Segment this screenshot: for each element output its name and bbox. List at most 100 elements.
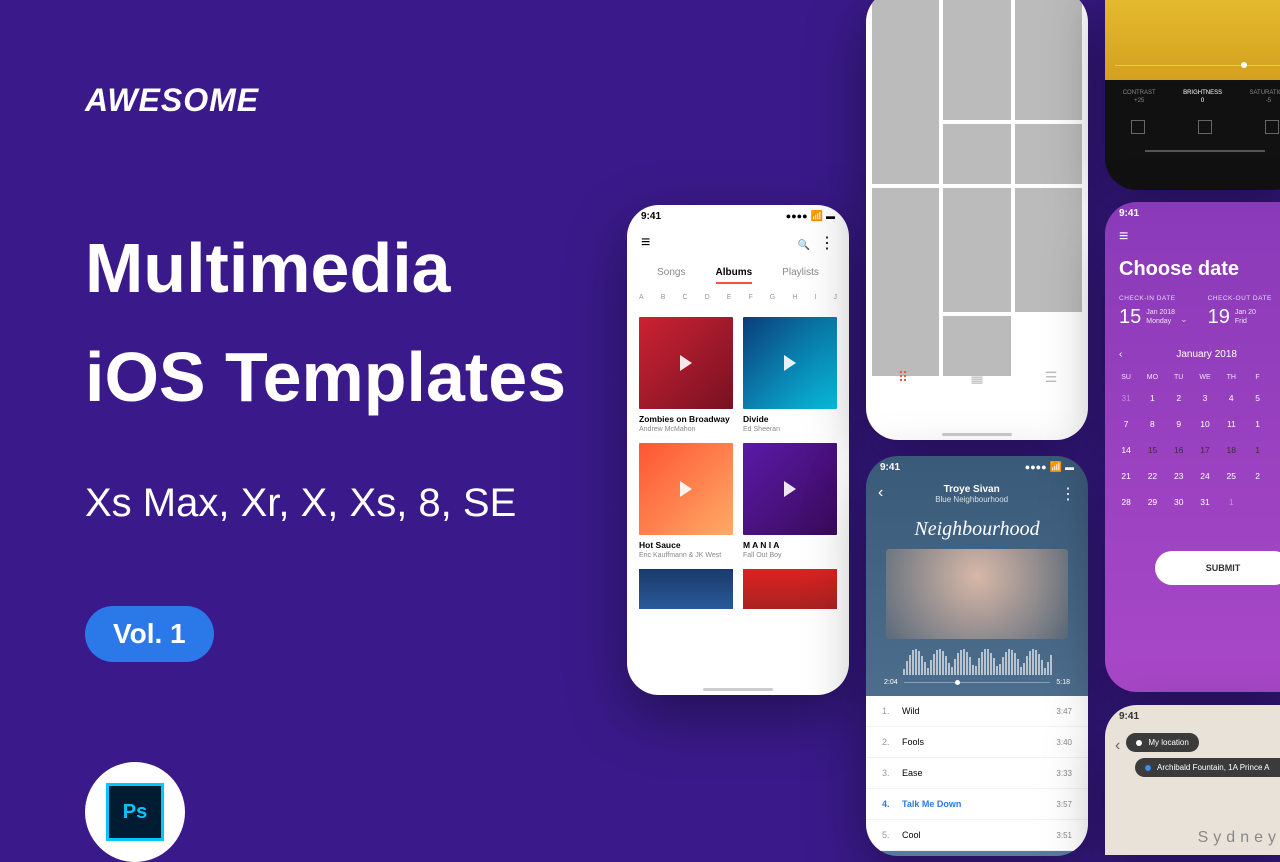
photo-thumb[interactable]	[943, 0, 1010, 120]
calendar-day[interactable]: 7	[1113, 411, 1139, 437]
calendar-day[interactable]: 14	[1113, 437, 1139, 463]
album-cell[interactable]: Zombies on Broadway Andrew McMahon	[639, 317, 733, 433]
calendar-day[interactable]: 2	[1244, 463, 1270, 489]
album-title: Zombies on Broadway	[639, 414, 733, 424]
calendar-day[interactable]: 9	[1166, 411, 1192, 437]
play-icon[interactable]	[743, 317, 837, 409]
play-icon[interactable]	[639, 443, 733, 535]
calendar-day[interactable]: 5	[1244, 385, 1270, 411]
calendar-day[interactable]: 30	[1166, 489, 1192, 515]
more-icon[interactable]	[819, 235, 835, 252]
tab-playlists[interactable]: Playlists	[782, 267, 819, 284]
origin-chip[interactable]: My location	[1126, 733, 1198, 752]
photo-thumb[interactable]	[1015, 0, 1082, 120]
scrubber[interactable]	[904, 682, 1051, 683]
calendar-day[interactable]: 1	[1139, 385, 1165, 411]
destination-chip[interactable]: Archibald Fountain, 1A Prince A	[1135, 758, 1280, 777]
adjust-icon[interactable]	[1198, 120, 1212, 134]
adjust-tab[interactable]: SATURATION-5	[1249, 90, 1280, 104]
value-slider[interactable]	[1115, 65, 1280, 66]
play-icon[interactable]	[639, 317, 733, 409]
photo-thumb[interactable]	[1015, 124, 1082, 184]
calendar-day[interactable]: 16	[1166, 437, 1192, 463]
photo-thumb[interactable]	[943, 188, 1010, 312]
track-number: 5.	[882, 830, 902, 840]
adjust-tab[interactable]: BRIGHTNESS0	[1183, 90, 1222, 104]
photo-thumb[interactable]	[872, 0, 939, 184]
calendar-day[interactable]: 2	[1166, 385, 1192, 411]
adjust-tab[interactable]: CONTRAST+25	[1123, 90, 1156, 104]
calendar-day[interactable]: 29	[1139, 489, 1165, 515]
track-row[interactable]: 5. Cool 3:51	[866, 820, 1088, 851]
calendar-day[interactable]: 24	[1192, 463, 1218, 489]
search-icon[interactable]	[798, 235, 810, 252]
calendar-day[interactable]: 28	[1113, 489, 1139, 515]
album-cover	[639, 317, 733, 409]
alpha-letter[interactable]: G	[770, 294, 775, 301]
crop-icon[interactable]	[1131, 120, 1145, 134]
calendar-day[interactable]: 4	[1218, 385, 1244, 411]
checkout-block[interactable]: CHECK-OUT DATE 19Jan 20Frid	[1208, 295, 1272, 329]
alpha-letter[interactable]: C	[682, 294, 687, 301]
track-row[interactable]: 1. Wild 3:47	[866, 696, 1088, 727]
calendar-day[interactable]: 18	[1218, 437, 1244, 463]
alpha-letter[interactable]: F	[748, 294, 752, 301]
calendar-day[interactable]: 1	[1244, 437, 1270, 463]
calendar-day[interactable]: 17	[1192, 437, 1218, 463]
calendar-day[interactable]: 22	[1139, 463, 1165, 489]
progress[interactable]: 2:04 5:18	[866, 675, 1088, 696]
album-cell[interactable]: M A N I A Fall Out Boy	[743, 443, 837, 559]
alpha-letter[interactable]: E	[727, 294, 732, 301]
menu-icon[interactable]	[1119, 228, 1133, 246]
alpha-letter[interactable]: B	[661, 294, 666, 301]
back-icon[interactable]	[1115, 737, 1120, 755]
alpha-letter[interactable]: H	[792, 294, 797, 301]
editor-preview	[1105, 0, 1280, 80]
photo-thumb[interactable]	[1015, 188, 1082, 312]
track-number: 2.	[882, 737, 902, 747]
grid-icon[interactable]: ⠿	[896, 370, 910, 384]
tile-icon[interactable]: ▦	[970, 370, 984, 384]
tab-songs[interactable]: Songs	[657, 267, 685, 284]
submit-button[interactable]: SUBMIT	[1155, 551, 1280, 585]
calendar-day[interactable]: 21	[1113, 463, 1139, 489]
calendar-day[interactable]: 31	[1192, 489, 1218, 515]
calendar-day[interactable]: 23	[1166, 463, 1192, 489]
track-row[interactable]: 3. Ease 3:33	[866, 758, 1088, 789]
calendar-day[interactable]: 8	[1139, 411, 1165, 437]
alpha-letter[interactable]: A	[639, 294, 644, 301]
photo-thumb[interactable]	[872, 188, 939, 376]
alpha-letter[interactable]: I	[814, 294, 816, 301]
album-peek[interactable]	[639, 569, 733, 609]
prev-month-icon[interactable]	[1119, 349, 1122, 360]
status-time: 9:41	[880, 462, 900, 473]
alpha-letter[interactable]: D	[705, 294, 710, 301]
calendar-day[interactable]: 10	[1192, 411, 1218, 437]
calendar-day[interactable]: 15	[1139, 437, 1165, 463]
album-cell[interactable]: Hot Sauce Eric Kauffmann & JK West	[639, 443, 733, 559]
album-peek[interactable]	[743, 569, 837, 609]
alpha-index[interactable]: A B C D E F G H I J	[627, 288, 849, 307]
calendar-day[interactable]: 31	[1113, 385, 1139, 411]
brand-logo: AWESOME	[85, 82, 566, 119]
photo-thumb[interactable]	[943, 316, 1010, 376]
status-bar: 9:41 ●●●●📶▬	[866, 456, 1088, 478]
track-row[interactable]: 2. Fools 3:40	[866, 727, 1088, 758]
calendar-day[interactable]: 3	[1192, 385, 1218, 411]
play-icon[interactable]	[743, 443, 837, 535]
menu-icon[interactable]	[641, 234, 655, 252]
alpha-letter[interactable]: J	[833, 294, 837, 301]
calendar-day[interactable]: 11	[1218, 411, 1244, 437]
more-icon[interactable]	[1060, 484, 1076, 504]
filter-icon[interactable]	[1265, 120, 1279, 134]
list-icon[interactable]: ☰	[1044, 370, 1058, 384]
album-cell[interactable]: Divide Ed Sheeran	[743, 317, 837, 433]
calendar-day[interactable]: 1	[1244, 411, 1270, 437]
calendar-day[interactable]: 1	[1218, 489, 1244, 515]
checkin-block[interactable]: CHECK-IN DATE 15Jan 2018Monday	[1119, 295, 1188, 329]
tab-albums[interactable]: Albums	[716, 267, 753, 284]
calendar-day[interactable]	[1244, 489, 1270, 515]
photo-thumb[interactable]	[943, 124, 1010, 184]
calendar-day[interactable]: 25	[1218, 463, 1244, 489]
track-row[interactable]: 4. Talk Me Down 3:57	[866, 789, 1088, 820]
